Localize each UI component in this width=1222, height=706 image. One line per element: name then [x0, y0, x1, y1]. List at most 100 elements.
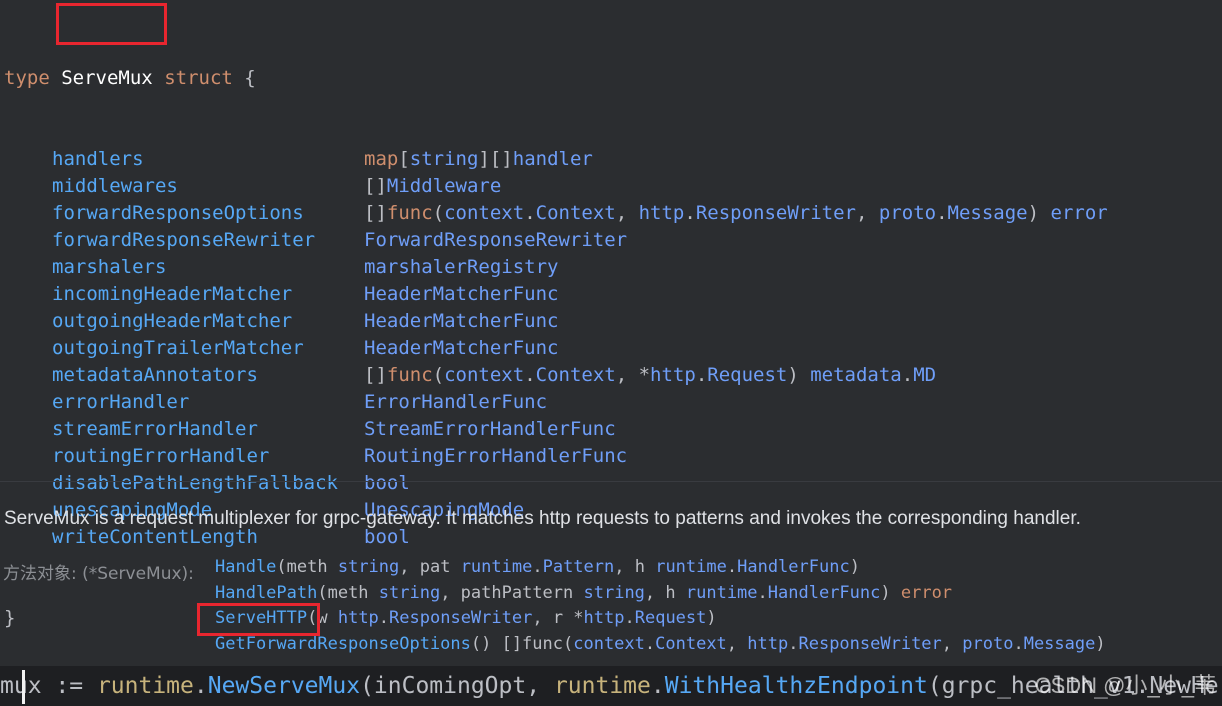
method-token: runtime	[655, 557, 727, 577]
field-type[interactable]: bool	[364, 470, 410, 497]
field-type[interactable]: HeaderMatcherFunc	[364, 281, 558, 308]
method-token: http	[583, 608, 625, 628]
field-type[interactable]: []func(context.Context, *http.Request) m…	[364, 362, 936, 389]
field-type[interactable]: []Middleware	[364, 173, 501, 200]
method-token: .	[644, 633, 656, 654]
struct-field-row: streamErrorHandler StreamErrorHandlerFunc	[4, 416, 616, 443]
field-name[interactable]: handlers	[52, 146, 144, 173]
field-type[interactable]: HeaderMatcherFunc	[364, 308, 558, 335]
text-cursor	[22, 670, 25, 704]
method-token: , h	[644, 582, 686, 603]
method-item[interactable]: Handle(meth string, pat runtime.Pattern,…	[215, 555, 1106, 581]
field-type-token: (	[432, 364, 445, 386]
field-name[interactable]: metadataAnnotators	[52, 362, 258, 389]
method-token: , h	[614, 557, 656, 577]
method-token: .	[757, 582, 768, 603]
field-type[interactable]: []func(context.Context, http.ResponseWri…	[364, 200, 1108, 227]
field-type-token: []	[364, 175, 387, 197]
field-name[interactable]: incomingHeaderMatcher	[52, 281, 292, 308]
method-token: Message	[1023, 633, 1096, 654]
field-type-token: proto	[878, 202, 937, 224]
field-type-token: bool	[364, 472, 410, 494]
method-token: string	[583, 582, 645, 603]
field-type-token: Middleware	[386, 175, 502, 197]
method-token: .	[624, 608, 635, 628]
field-type-token: http	[650, 364, 696, 386]
type-name-servemux: ServeMux	[61, 67, 153, 89]
field-type-token: Context	[535, 364, 616, 386]
editor-token: runtime	[96, 673, 194, 699]
field-type[interactable]: marshalerRegistry	[364, 254, 558, 281]
keyword-type: type	[4, 67, 50, 89]
field-name[interactable]: outgoingTrailerMatcher	[52, 335, 304, 362]
struct-fields: handlers map[string][]handler middlewares […	[4, 146, 1108, 551]
field-type-token: MD	[913, 364, 937, 386]
method-token: ResponseWriter	[798, 633, 942, 654]
type-declaration-line: type ServeMux struct {	[4, 65, 256, 92]
open-brace: {	[244, 67, 256, 89]
method-item[interactable]: HandlePath(meth string, pathPattern stri…	[215, 581, 1106, 607]
struct-field-row: outgoingHeaderMatcher HeaderMatcherFunc	[4, 308, 558, 335]
method-token: , r *	[532, 608, 584, 628]
method-token: , pathPattern	[440, 582, 584, 603]
method-token: Handle	[215, 557, 277, 577]
field-type-token: HeaderMatcherFunc	[364, 310, 559, 332]
method-item[interactable]: ServeHTTP(w http.ResponseWriter, r *http…	[215, 606, 1106, 632]
field-type[interactable]: StreamErrorHandlerFunc	[364, 416, 616, 443]
editor-token: .	[193, 673, 208, 699]
field-name[interactable]: marshalers	[52, 254, 166, 281]
editor-token: mux :=	[0, 673, 97, 699]
field-name[interactable]: streamErrorHandler	[52, 416, 258, 443]
struct-field-row: middlewares []Middleware	[4, 173, 501, 200]
field-name[interactable]: outgoingHeaderMatcher	[52, 308, 292, 335]
method-token: runtime	[460, 557, 533, 577]
method-token: http	[747, 633, 789, 654]
field-type-token: ErrorHandlerFunc	[364, 391, 548, 413]
field-name[interactable]: forwardResponseOptions	[52, 200, 304, 227]
struct-field-row: metadataAnnotators []func(context. Context…	[4, 362, 936, 389]
struct-field-row: forwardResponseRewriter ForwardResponseRe…	[4, 227, 627, 254]
method-token: , pat	[399, 557, 461, 577]
field-name[interactable]: errorHandler	[52, 389, 189, 416]
field-type[interactable]: ForwardResponseRewriter	[364, 227, 627, 254]
method-token: string	[378, 582, 441, 603]
field-type-token: func	[386, 202, 433, 224]
field-type-token: func	[386, 364, 433, 386]
method-token: Pattern	[542, 557, 615, 577]
quick-documentation-popup: type ServeMux struct { handlers map[strin…	[0, 0, 1222, 666]
method-item[interactable]: GetForwardResponseOptions() []func(conte…	[215, 632, 1106, 658]
method-token: (meth	[276, 557, 338, 577]
field-name[interactable]: disablePathLengthFallback	[52, 470, 338, 497]
field-type-token: []	[364, 364, 387, 386]
field-type-token: HeaderMatcherFunc	[364, 283, 559, 305]
field-type-token: .	[901, 364, 914, 386]
field-name[interactable]: middlewares	[52, 173, 178, 200]
field-type-token: ][]	[478, 148, 513, 170]
field-type-token: RoutingErrorHandlerFunc	[364, 445, 628, 467]
method-token: .	[378, 608, 390, 628]
field-name[interactable]: routingErrorHandler	[52, 443, 269, 470]
struct-field-row: errorHandler ErrorHandlerFunc	[4, 389, 547, 416]
field-type-token: ,	[615, 202, 639, 224]
method-token: .	[726, 557, 738, 577]
field-type-token: handler	[512, 148, 593, 170]
field-type[interactable]: RoutingErrorHandlerFunc	[364, 443, 627, 470]
field-type[interactable]: map[string][]handler	[364, 146, 593, 173]
field-name[interactable]: forwardResponseRewriter	[52, 227, 315, 254]
field-type-token: []	[364, 202, 387, 224]
struct-field-row: handlers map[string][]handler	[4, 146, 593, 173]
method-token: context	[573, 633, 645, 654]
field-type-token: HeaderMatcherFunc	[364, 337, 559, 359]
field-type[interactable]: ErrorHandlerFunc	[364, 389, 547, 416]
method-token: HandlerFunc	[737, 557, 850, 577]
method-token: (w	[307, 608, 338, 628]
field-type-token: (	[432, 202, 445, 224]
editor-token: (inComingOpt,	[360, 673, 554, 699]
close-brace: }	[4, 607, 16, 629]
method-token: http	[337, 608, 379, 628]
field-type[interactable]: HeaderMatcherFunc	[364, 335, 558, 362]
field-type-token: metadata	[810, 364, 902, 386]
editor-token: .	[650, 673, 665, 699]
struct-field-row: disablePathLengthFallback bool	[4, 470, 410, 497]
field-type-token: context	[444, 364, 525, 386]
